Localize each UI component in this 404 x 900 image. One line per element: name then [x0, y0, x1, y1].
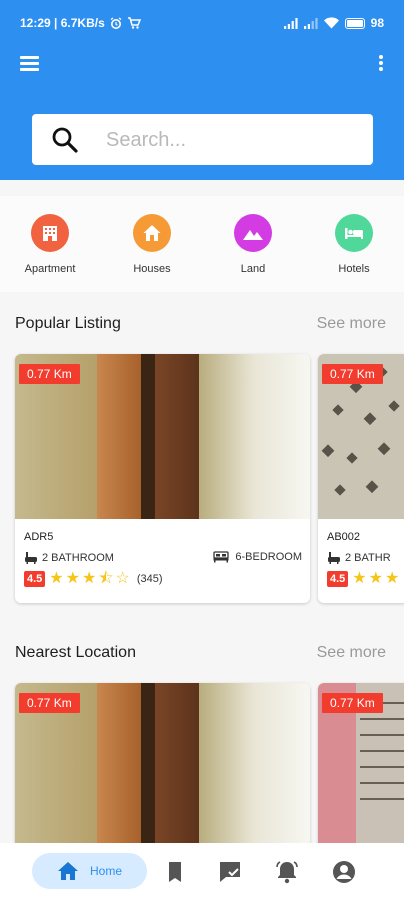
bathroom-count: 2 BATHROOM: [42, 552, 114, 564]
header: 12:29 | 6.7KB/s 98: [0, 0, 404, 180]
listing-card[interactable]: 0.77 Km AB002 2 BATHR 4.5 ★ ★ ★: [318, 354, 404, 603]
star-icon: ★: [384, 570, 400, 587]
search-input[interactable]: [106, 124, 356, 156]
search-bar[interactable]: [32, 114, 373, 165]
star-icon: ★: [368, 570, 383, 587]
star-icon: ★: [49, 570, 64, 587]
nav-home-label: Home: [90, 864, 123, 878]
distance-badge: 0.77 Km: [322, 693, 383, 713]
bathroom-info: 2 BATHROOM: [24, 551, 114, 565]
bathroom-info: 2 BATHR: [327, 551, 391, 565]
distance-badge: 0.77 Km: [19, 364, 80, 384]
nearest-see-more-link[interactable]: See more: [317, 644, 386, 662]
notification-bell-icon[interactable]: [274, 859, 300, 885]
hotel-bed-icon: [335, 214, 373, 252]
alarm-icon: [110, 17, 122, 29]
category-label: Hotels: [338, 263, 370, 275]
house-icon: [133, 214, 171, 252]
bed-icon: [213, 551, 230, 563]
category-label: Land: [240, 263, 266, 275]
category-houses[interactable]: Houses: [112, 214, 192, 275]
star-outline-icon: ☆: [115, 570, 130, 587]
star-icon: ★: [65, 570, 80, 587]
signal-icon: [283, 17, 298, 29]
signal-icon-2: [303, 17, 318, 29]
search-icon[interactable]: [50, 125, 80, 155]
more-vert-icon[interactable]: [378, 55, 384, 73]
category-row: Apartment Houses Land Hotels: [0, 196, 404, 292]
profile-icon[interactable]: [331, 859, 357, 885]
popular-listing-title: Popular Listing: [15, 315, 121, 332]
bathroom-count: 2 BATHR: [345, 552, 391, 564]
category-apartment[interactable]: Apartment: [10, 214, 90, 275]
home-icon: [58, 862, 78, 880]
status-bar: 12:29 | 6.7KB/s 98: [0, 0, 404, 44]
category-label: Houses: [133, 263, 171, 275]
rating-badge: 4.5: [327, 571, 349, 587]
listing-card[interactable]: 0.77 Km ADR5 2 BATHROOM 6-BEDROOM 4.5 ★ …: [15, 354, 310, 603]
chat-check-icon[interactable]: [217, 859, 243, 885]
review-count: (345): [136, 573, 163, 585]
bookmark-icon[interactable]: [162, 859, 188, 885]
bedroom-count: 6-BEDROOM: [235, 551, 302, 563]
bathtub-icon: [328, 552, 340, 564]
status-left: 12:29 | 6.7KB/s: [20, 16, 141, 30]
app-screen: 12:29 | 6.7KB/s 98 Apartment: [0, 0, 404, 900]
distance-badge: 0.77 Km: [322, 364, 383, 384]
bedroom-info: 6-BEDROOM: [213, 551, 302, 563]
bathtub-icon: [25, 552, 37, 564]
nearest-location-title: Nearest Location: [15, 644, 136, 661]
popular-see-more-link[interactable]: See more: [317, 315, 386, 333]
distance-badge: 0.77 Km: [19, 693, 80, 713]
bottom-nav: Home: [0, 843, 404, 900]
building-icon: [31, 214, 69, 252]
status-right: 98: [283, 16, 384, 30]
category-land[interactable]: Land: [213, 214, 293, 275]
menu-icon[interactable]: [20, 56, 40, 72]
star-half-icon: ⯪: [98, 570, 114, 587]
listing-code: AB002: [327, 531, 361, 543]
cart-notification-icon: [127, 17, 141, 29]
battery-icon: [344, 17, 365, 29]
rating-badge: 4.5: [24, 571, 46, 587]
rating-row: 4.5 ★ ★ ★ ⯪ ☆ (345): [24, 571, 163, 587]
category-hotels[interactable]: Hotels: [314, 214, 394, 275]
nav-home[interactable]: Home: [32, 853, 147, 889]
star-icon: ★: [81, 570, 97, 587]
rating-row: 4.5 ★ ★ ★: [327, 571, 399, 587]
category-label: Apartment: [24, 263, 76, 275]
landscape-icon: [234, 214, 272, 252]
listing-code: ADR5: [24, 531, 54, 543]
status-time-speed: 12:29 | 6.7KB/s: [20, 16, 105, 30]
star-icon: ★: [352, 570, 367, 587]
battery-level: 98: [370, 16, 384, 30]
wifi-icon: [323, 17, 339, 29]
